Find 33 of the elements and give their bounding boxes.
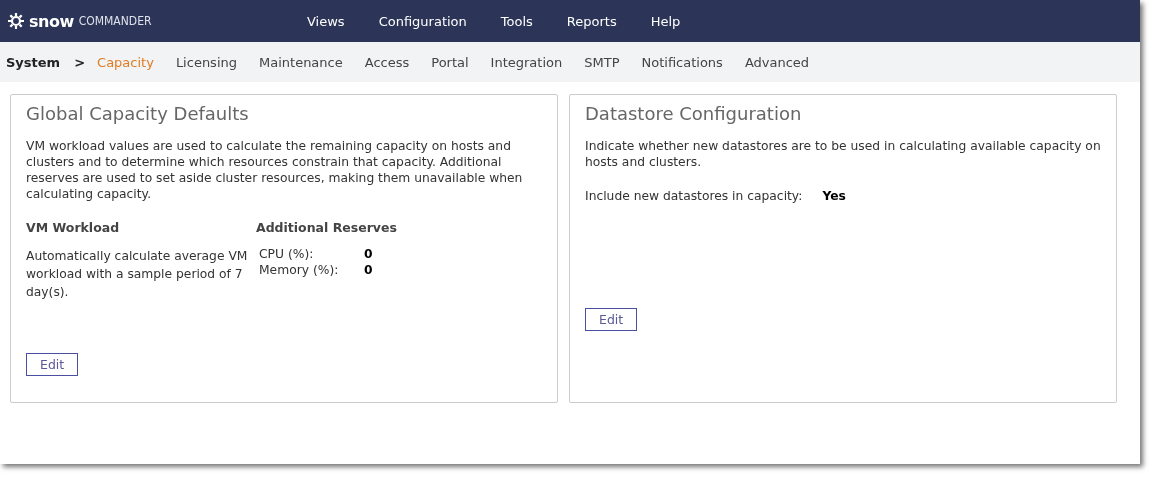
panel-title: Datastore Configuration [585, 103, 803, 124]
field-label: Memory (%): [259, 263, 340, 277]
field-value: Yes [822, 189, 846, 203]
menu-item[interactable]: Configuration [361, 13, 484, 29]
tab[interactable]: SMTP [573, 54, 631, 70]
section-heading: VM Workload [26, 220, 121, 235]
gear-logo-icon [8, 13, 24, 29]
field-label: CPU (%): [259, 247, 315, 261]
tab[interactable]: Licensing [164, 54, 248, 70]
breadcrumb-separator: > [74, 54, 86, 70]
brand-logo: snow [29, 11, 74, 31]
tab[interactable]: Access [353, 54, 421, 70]
menu-item[interactable]: Reports [549, 13, 634, 29]
tab[interactable]: Advanced [733, 54, 821, 70]
menu-item[interactable]: Tools [483, 13, 550, 29]
panel-description: VM workload values are used to calculate the remaining capacity on hosts and clusters and to determine which resources constrain that capacity. Additional reserves are used to set aside cluster resources, making them unavailable when calculating capacity. [26, 138, 524, 202]
field-label: Include new datastores in capacity: [585, 189, 803, 203]
field-value: 0 [364, 263, 374, 277]
menu-item[interactable]: Help [633, 13, 698, 29]
field-value: 0 [364, 247, 374, 261]
panel-description: Indicate whether new datastores are to be used in calculating available capacity on hosts and clusters. [585, 138, 1101, 170]
workload-text: Automatically calculate average VM workload with a sample period of 7 day(s). [26, 248, 249, 301]
menu-item[interactable]: Views [290, 13, 362, 29]
tab[interactable]: Portal [420, 54, 480, 70]
tab[interactable]: Integration [479, 54, 574, 70]
tab[interactable]: Maintenance [248, 54, 354, 70]
section-heading: Additional Reserves [256, 220, 397, 235]
breadcrumb-root: System [6, 54, 61, 70]
tab[interactable]: Notifications [630, 54, 734, 70]
edit-button[interactable]: Edit [26, 353, 79, 376]
edit-button[interactable]: Edit [585, 308, 638, 331]
product-name: COMMANDER [78, 14, 152, 28]
panel-title: Global Capacity Defaults [26, 103, 250, 124]
